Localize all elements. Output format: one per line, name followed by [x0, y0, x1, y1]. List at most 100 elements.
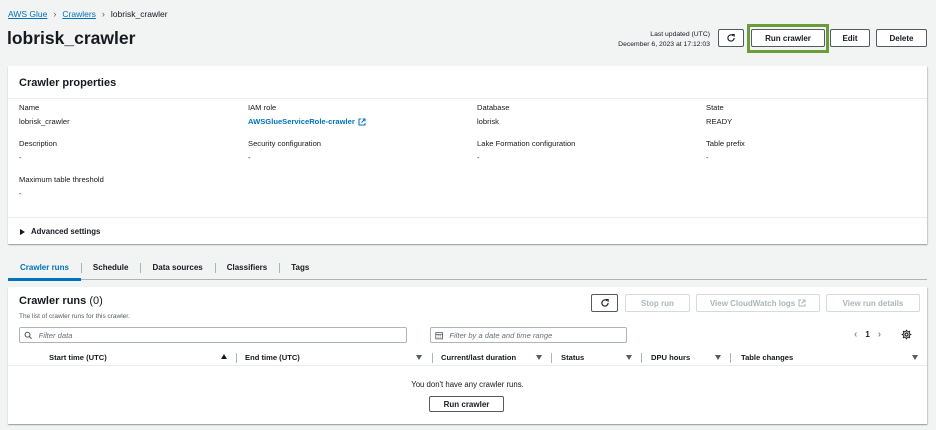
col-table-changes[interactable]: Table changes — [741, 353, 793, 362]
run-crawler-button[interactable]: Run crawler — [751, 29, 825, 47]
col-duration[interactable]: Current/last duration — [441, 353, 516, 362]
filter-data-input[interactable] — [38, 330, 406, 340]
field-state: State READY — [706, 103, 732, 126]
search-icon — [24, 331, 32, 339]
field-value: - — [19, 189, 22, 198]
col-end-time[interactable]: End time (UTC) — [245, 353, 300, 362]
field-name: Name lobrisk_crawler — [19, 103, 70, 126]
field-label: Table prefix — [706, 139, 745, 148]
field-label: State — [706, 103, 724, 112]
tab-classifiers[interactable]: Classifiers — [214, 260, 279, 280]
page-title: lobrisk_crawler — [7, 28, 136, 48]
chevron-left-icon[interactable]: ‹ — [854, 329, 857, 340]
field-description: Description - — [19, 139, 57, 162]
field-table-prefix: Table prefix - — [706, 139, 745, 162]
field-label: IAM role — [248, 103, 277, 112]
advanced-settings-toggle[interactable]: Advanced settings — [20, 227, 100, 236]
date-range-field — [430, 327, 627, 343]
chevron-right-icon: › — [101, 9, 105, 19]
column-divider[interactable] — [551, 353, 552, 363]
date-range-input[interactable] — [449, 330, 626, 340]
refresh-runs-button[interactable] — [591, 294, 618, 312]
field-value: - — [706, 153, 709, 162]
crawler-runs-title: Crawler runs (0) — [19, 295, 103, 307]
refresh-button[interactable] — [718, 29, 744, 47]
col-dpu-hours[interactable]: DPU hours — [651, 353, 690, 362]
breadcrumb-current: lobrisk_crawler — [110, 9, 168, 19]
column-divider[interactable] — [641, 353, 642, 363]
field-security-configuration: Security configuration - — [248, 139, 321, 162]
delete-button[interactable]: Delete — [876, 29, 927, 47]
divider — [8, 98, 927, 99]
iam-role-value[interactable]: AWSGlueServiceRole-crawler — [248, 117, 355, 126]
crawler-runs-count: (0) — [89, 295, 103, 307]
col-start-time[interactable]: Start time (UTC) — [49, 353, 107, 362]
edit-button[interactable]: Edit — [830, 29, 870, 47]
sort-icon[interactable] — [536, 355, 542, 360]
breadcrumb: AWS Glue › Crawlers › lobrisk_crawler — [8, 8, 168, 20]
divider — [8, 217, 927, 218]
advanced-settings-label: Advanced settings — [31, 227, 101, 236]
view-cloudwatch-logs-label: View CloudWatch logs — [709, 298, 796, 308]
breadcrumb-crawlers[interactable]: Crawlers — [62, 9, 96, 19]
column-divider[interactable] — [432, 353, 433, 363]
field-label: Description — [19, 139, 57, 148]
refresh-icon — [727, 34, 735, 42]
view-cloudwatch-logs-button[interactable]: View CloudWatch logs — [696, 294, 820, 312]
sort-icon[interactable] — [912, 355, 918, 360]
tab-bar: Crawler runs Schedule Data sources Class… — [8, 260, 927, 281]
field-value: - — [248, 153, 251, 162]
field-label: Lake Formation configuration — [477, 139, 576, 148]
col-status[interactable]: Status — [561, 353, 584, 362]
tab-tags[interactable]: Tags — [279, 260, 321, 280]
run-crawler-empty-button[interactable]: Run crawler — [429, 396, 504, 412]
last-updated-value: December 6, 2023 at 17:12:03 — [618, 41, 710, 48]
chevron-right-icon[interactable]: › — [878, 329, 881, 340]
breadcrumb-aws-glue[interactable]: AWS Glue — [8, 9, 47, 19]
field-value: lobrisk_crawler — [19, 117, 70, 126]
external-link-icon — [798, 299, 806, 307]
field-label: Name — [19, 103, 40, 112]
field-max-table-threshold: Maximum table threshold - — [19, 175, 104, 198]
field-iam-role: IAM role AWSGlueServiceRole-crawler — [248, 103, 366, 126]
sort-icon[interactable] — [626, 355, 632, 360]
tab-data-sources[interactable]: Data sources — [140, 260, 214, 280]
tab-schedule[interactable]: Schedule — [80, 260, 141, 280]
sort-icon[interactable] — [715, 355, 721, 360]
gear-icon[interactable] — [901, 329, 912, 340]
view-run-details-button[interactable]: View run details — [826, 294, 920, 312]
last-updated: Last updated (UTC) December 6, 2023 at 1… — [618, 30, 710, 50]
field-database: Database lobrisk — [477, 103, 510, 126]
page-number[interactable]: 1 — [865, 330, 869, 339]
filter-data-field — [19, 327, 407, 343]
field-label: Maximum table threshold — [19, 175, 104, 184]
last-updated-label: Last updated (UTC) — [650, 31, 710, 38]
crawler-properties-title: Crawler properties — [19, 77, 117, 89]
field-value: - — [19, 153, 22, 162]
empty-state-message: You don't have any crawler runs. — [411, 380, 524, 389]
calendar-icon — [435, 331, 443, 339]
refresh-icon — [600, 299, 609, 307]
crawler-runs-panel: Crawler runs (0) The list of crawler run… — [8, 287, 927, 424]
stop-run-button[interactable]: Stop run — [625, 294, 690, 312]
external-link-icon — [358, 118, 366, 126]
tab-crawler-runs[interactable]: Crawler runs — [8, 260, 81, 281]
field-value: lobrisk — [477, 117, 499, 126]
iam-role-link[interactable]: AWSGlueServiceRole-crawler — [248, 117, 366, 126]
field-label: Database — [477, 103, 510, 112]
caret-right-icon — [20, 228, 25, 235]
crawler-runs-title-text: Crawler runs — [19, 295, 87, 307]
crawler-runs-description: The list of crawler runs for this crawle… — [19, 313, 130, 320]
sort-ascending-icon[interactable] — [221, 354, 227, 359]
sort-icon[interactable] — [416, 355, 422, 360]
field-lake-formation: Lake Formation configuration - — [477, 139, 575, 162]
field-value: READY — [706, 117, 733, 126]
column-divider[interactable] — [730, 353, 731, 363]
field-label: Security configuration — [248, 139, 322, 148]
crawler-properties-panel: Crawler properties Name lobrisk_crawler … — [8, 66, 927, 244]
column-divider[interactable] — [236, 353, 237, 363]
pagination: ‹ 1 › — [846, 329, 889, 340]
field-value: - — [477, 153, 480, 162]
chevron-right-icon: › — [53, 9, 57, 19]
table-header: Start time (UTC) End time (UTC) Current/… — [8, 350, 927, 366]
